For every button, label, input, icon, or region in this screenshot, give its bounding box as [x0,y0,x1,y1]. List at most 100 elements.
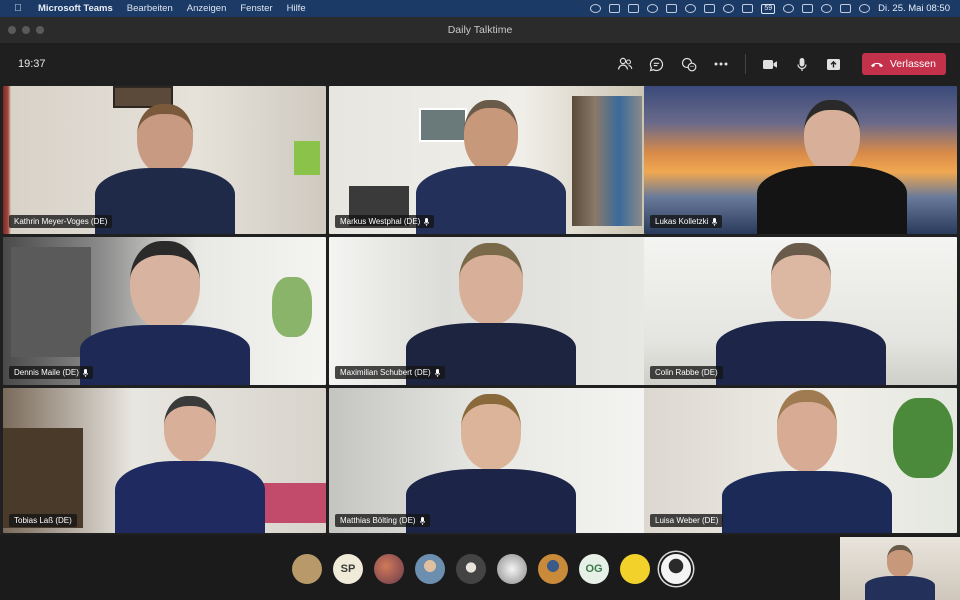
participant-avatar[interactable]: SP [333,554,363,584]
participant-avatar[interactable] [497,554,527,584]
share-screen-button[interactable] [818,48,850,80]
participant-name-tag: Dennis Maile (DE) [9,366,93,379]
self-view-body [865,576,935,600]
participant-avatar-selected[interactable] [661,554,691,584]
participant-video-tile[interactable]: Tobias Laß (DE) [3,388,326,533]
status-tray-icon[interactable] [590,4,602,13]
app-menu-name[interactable]: Microsoft Teams [38,3,113,14]
wall-notes [294,141,320,175]
participant-avatar[interactable] [538,554,568,584]
leave-meeting-button[interactable]: Verlassen [861,53,946,75]
participant-video-tile[interactable]: Kathrin Meyer-Voges (DE) [3,86,326,234]
participant-name-tag: Matthias Bölting (DE) [335,514,430,527]
participant-name: Tobias Laß (DE) [14,516,72,525]
participant-video-tile[interactable]: Colin Rabbe (DE) [644,237,957,385]
participants-button[interactable] [609,48,641,80]
participant-figure [715,237,886,385]
plant [272,277,312,337]
reactions-icon [681,57,697,71]
window-title: Daily Talktime [447,24,513,36]
status-tray-icon[interactable] [704,4,716,13]
participants-strip: SP OG [0,535,960,600]
video-grid: Kathrin Meyer-Voges (DE) Markus Westphal… [3,86,959,533]
participant-avatar[interactable] [456,554,486,584]
bookshelf [572,96,642,226]
microphone-toggle-button[interactable] [786,48,818,80]
participant-figure [721,388,892,533]
status-tray-icon[interactable] [647,4,659,13]
zoom-window-button[interactable] [36,26,44,34]
more-icon [714,62,728,66]
participant-video-tile[interactable]: Lukas Kolletzki [644,86,957,234]
participant-name-tag: Markus Westphal (DE) [335,215,435,228]
status-tray-icon[interactable] [685,4,697,13]
status-tray-icon[interactable] [723,4,735,13]
minimize-window-button[interactable] [22,26,30,34]
participant-name: Luisa Weber (DE) [655,516,719,525]
participant-name: Markus Westphal (DE) [340,217,421,226]
participant-name-tag: Luisa Weber (DE) [650,514,724,527]
camera-toggle-button[interactable] [754,48,786,80]
participant-video-tile[interactable]: Maximilian Schubert (DE) [329,237,652,385]
participant-name-tag: Lukas Kolletzki [650,215,723,228]
spotlight-search-icon[interactable] [821,4,833,13]
reactions-button[interactable] [673,48,705,80]
participant-avatar[interactable] [620,554,650,584]
participant-avatar[interactable] [374,554,404,584]
mic-muted-icon [434,368,440,377]
status-tray-icon[interactable] [628,4,640,13]
cabinet [3,428,83,528]
window-controls [8,26,44,34]
participant-name: Colin Rabbe (DE) [655,368,718,377]
share-icon [827,58,841,70]
menu-hilfe[interactable]: Hilfe [287,3,306,14]
menu-anzeigen[interactable]: Anzeigen [187,3,227,14]
mic-muted-icon [712,217,718,226]
participant-name-tag: Tobias Laß (DE) [9,514,77,527]
wifi-icon[interactable] [783,4,795,13]
meeting-toolbar: 19:37 Verlassen [0,43,960,85]
participant-name-tag: Colin Rabbe (DE) [650,366,723,379]
close-window-button[interactable] [8,26,16,34]
participant-figure [115,388,266,533]
leave-button-label: Verlassen [889,58,936,70]
self-view-video[interactable] [840,537,960,600]
participant-figure [405,237,576,385]
menubar-clock[interactable]: Di. 25. Mai 08:50 [878,3,950,14]
avatar-initials: SP [340,563,356,575]
participant-name: Kathrin Meyer-Voges (DE) [14,217,108,226]
participant-figure [90,86,240,234]
status-tray-icon[interactable] [609,4,621,13]
status-tray-icon[interactable] [742,4,754,13]
participant-name: Dennis Maile (DE) [14,368,79,377]
participant-video-tile[interactable]: Matthias Bölting (DE) [329,388,652,533]
microphone-icon [797,57,807,71]
status-tray-icon[interactable] [666,4,678,13]
window-titlebar: Daily Talktime [0,17,960,43]
status-tray-icon[interactable] [802,4,814,13]
participant-video-tile[interactable]: Luisa Weber (DE) [644,388,957,533]
participant-video-tile[interactable]: Markus Westphal (DE) [329,86,652,234]
self-view-head [887,545,913,577]
more-options-button[interactable] [705,48,737,80]
menu-bearbeiten[interactable]: Bearbeiten [127,3,173,14]
control-center-icon[interactable] [840,4,852,13]
participant-video-tile[interactable]: Dennis Maile (DE) [3,237,326,385]
meeting-timer: 19:37 [18,58,46,70]
participant-avatar[interactable] [415,554,445,584]
participant-figure [756,86,907,234]
participant-avatar[interactable] [292,554,322,584]
chat-button[interactable] [641,48,673,80]
participant-figure [405,388,576,533]
siri-icon[interactable] [859,4,871,13]
mic-muted-icon [424,217,430,226]
chat-icon [650,57,664,71]
mic-muted-icon [82,368,88,377]
apple-menu-icon[interactable]:  [12,3,24,14]
battery-indicator[interactable]: 59 [761,3,776,14]
camera-icon [762,59,777,69]
plant [893,398,953,478]
menu-fenster[interactable]: Fenster [240,3,272,14]
participant-avatar[interactable]: OG [579,554,609,584]
participant-name-tag: Maximilian Schubert (DE) [335,366,445,379]
